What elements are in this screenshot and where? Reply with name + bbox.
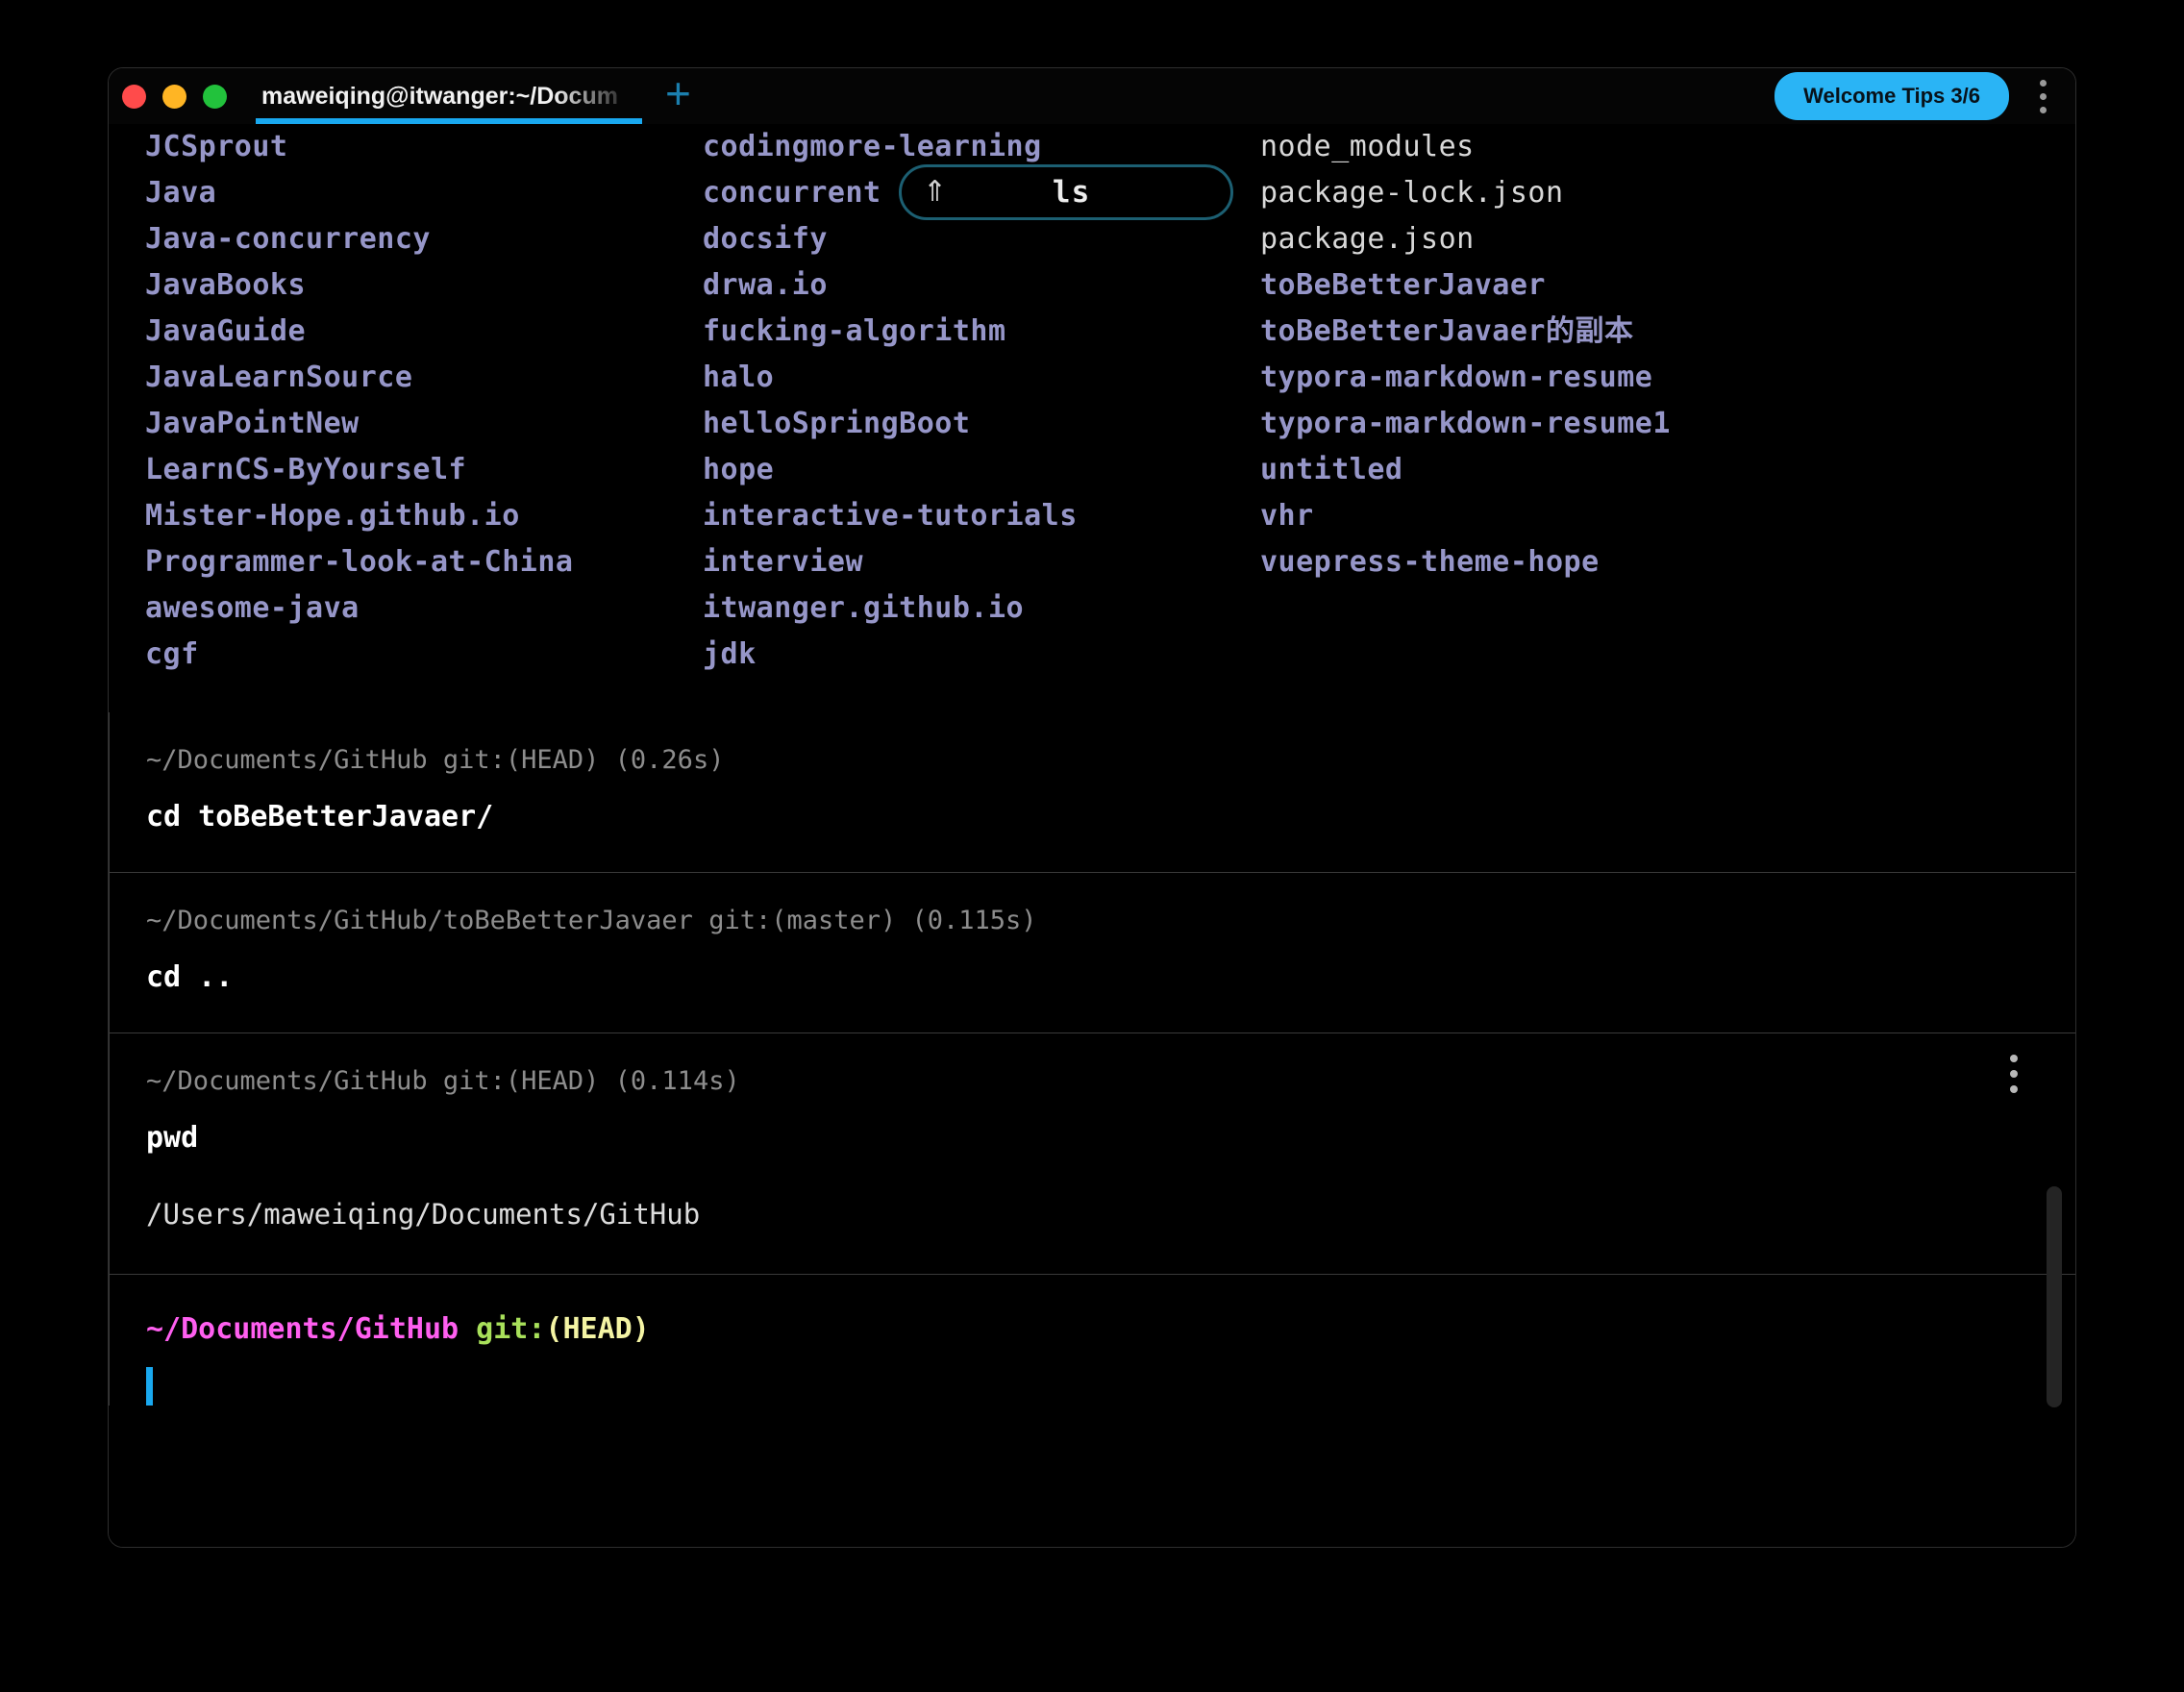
ls-entry[interactable]: toBeBetterJavaer的副本 bbox=[1260, 309, 2075, 355]
dot bbox=[2010, 1055, 2018, 1062]
ls-entry[interactable]: hope bbox=[703, 447, 1260, 493]
command-block-inner: ~/Documents/GitHub git:(HEAD) (0.114s) pw… bbox=[110, 1033, 2075, 1274]
title-bar-right-group: Welcome Tips 3/6 bbox=[1774, 72, 2075, 121]
prompt-history-line: ~/Documents/GitHub git:(HEAD) (0.114s) bbox=[146, 1066, 740, 1096]
dot bbox=[2040, 79, 2047, 87]
ls-entry[interactable]: fucking-algorithm bbox=[703, 309, 1260, 355]
prompt-history-line: ~/Documents/GitHub/toBeBetterJavaer git:… bbox=[146, 906, 1037, 935]
ls-entry[interactable]: JavaBooks bbox=[145, 262, 703, 309]
prompt-path: ~/Documents/GitHub bbox=[146, 1312, 477, 1346]
ls-entry[interactable]: awesome-java bbox=[145, 585, 703, 632]
command-hint-pill[interactable]: ⇑ ls bbox=[899, 164, 1233, 220]
terminal-window: maweiqing@itwanger:~/Docum + Welcome Tip… bbox=[108, 67, 2076, 1548]
hint-command-label: ls bbox=[1052, 175, 1091, 210]
close-window-button[interactable] bbox=[122, 84, 146, 109]
text-cursor bbox=[146, 1367, 153, 1406]
welcome-tips-button[interactable]: Welcome Tips 3/6 bbox=[1774, 72, 2009, 120]
ls-entry[interactable]: JavaLearnSource bbox=[145, 355, 703, 401]
scrollbar[interactable] bbox=[2047, 124, 2066, 1547]
ls-entry[interactable]: codingmore-learning bbox=[703, 124, 1260, 170]
ls-entry[interactable]: toBeBetterJavaer bbox=[1260, 262, 2075, 309]
ls-column: JCSprout Java Java-concurrency JavaBooks Jav… bbox=[145, 124, 703, 678]
ls-entry[interactable]: halo bbox=[703, 355, 1260, 401]
vertical-dots-icon[interactable] bbox=[2010, 1055, 2018, 1093]
minimize-window-button[interactable] bbox=[162, 84, 186, 109]
ls-entry[interactable]: package.json bbox=[1260, 216, 2075, 262]
ls-entry[interactable]: Java bbox=[145, 170, 703, 216]
ls-entry[interactable]: typora-markdown-resume1 bbox=[1260, 401, 2075, 447]
ls-entry[interactable]: JavaPointNew bbox=[145, 401, 703, 447]
scrollbar-thumb[interactable] bbox=[2047, 1186, 2062, 1407]
ls-entry[interactable]: drwa.io bbox=[703, 262, 1260, 309]
title-bar: maweiqing@itwanger:~/Docum + Welcome Tip… bbox=[109, 68, 2075, 124]
ls-entry[interactable]: JCSprout bbox=[145, 124, 703, 170]
dot bbox=[2040, 92, 2047, 100]
command-block[interactable]: ~/Documents/GitHub/toBeBetterJavaer git:… bbox=[109, 872, 2075, 1033]
prompt-branch: (HEAD) bbox=[545, 1312, 650, 1346]
ls-output-block: JCSprout Java Java-concurrency JavaBooks Jav… bbox=[109, 124, 2075, 712]
command-text[interactable]: pwd bbox=[146, 1101, 2075, 1193]
vertical-dots-icon[interactable] bbox=[2030, 72, 2056, 121]
dot bbox=[2010, 1085, 2018, 1093]
ls-entry[interactable]: package-lock.json bbox=[1260, 170, 2075, 216]
command-block[interactable]: ~/Documents/GitHub git:(HEAD) (0.114s) pw… bbox=[109, 1033, 2075, 1274]
ls-entry[interactable]: Programmer-look-at-China bbox=[145, 539, 703, 585]
ls-entry[interactable]: Java-concurrency bbox=[145, 216, 703, 262]
command-text[interactable]: cd toBeBetterJavaer/ bbox=[146, 780, 2075, 872]
ls-entry[interactable]: vhr bbox=[1260, 493, 2075, 539]
ls-entry[interactable]: JavaGuide bbox=[145, 309, 703, 355]
prompt-git-label: git: bbox=[476, 1312, 546, 1346]
ls-entry[interactable]: itwanger.github.io bbox=[703, 585, 1260, 632]
ls-entry[interactable]: Mister-Hope.github.io bbox=[145, 493, 703, 539]
command-block-inner: ~/Documents/GitHub git:(HEAD) (0.26s) cd … bbox=[110, 712, 2075, 872]
ls-entry[interactable]: LearnCS-ByYourself bbox=[145, 447, 703, 493]
chevron-up-icon: ⇑ bbox=[923, 175, 948, 209]
ls-entry[interactable]: docsify bbox=[703, 216, 1260, 262]
active-prompt-block[interactable]: ~/Documents/GitHub git:(HEAD) bbox=[109, 1274, 2075, 1406]
traffic-light-group bbox=[122, 84, 227, 109]
prompt-history-line: ~/Documents/GitHub git:(HEAD) (0.26s) bbox=[146, 745, 725, 775]
command-input[interactable] bbox=[146, 1352, 2075, 1406]
ls-entry[interactable]: interview bbox=[703, 539, 1260, 585]
ls-entry[interactable]: jdk bbox=[703, 632, 1260, 678]
dot bbox=[2040, 106, 2047, 113]
ls-entry[interactable]: typora-markdown-resume bbox=[1260, 355, 2075, 401]
ls-entry[interactable]: cgf bbox=[145, 632, 703, 678]
active-prompt-line: ~/Documents/GitHub git:(HEAD) bbox=[146, 1307, 2075, 1352]
ls-entry[interactable]: interactive-tutorials bbox=[703, 493, 1260, 539]
ls-entry[interactable]: untitled bbox=[1260, 447, 2075, 493]
command-text[interactable]: cd .. bbox=[146, 940, 2075, 1033]
tab-title: maweiqing@itwanger:~/Docum bbox=[261, 82, 618, 110]
command-output-text: /Users/maweiqing/Documents/GitHub bbox=[146, 1198, 701, 1231]
terminal-body: JCSprout Java Java-concurrency JavaBooks Jav… bbox=[109, 124, 2075, 1547]
command-block-list: ~/Documents/GitHub git:(HEAD) (0.26s) cd … bbox=[109, 712, 2075, 1274]
ls-entry[interactable]: helloSpringBoot bbox=[703, 401, 1260, 447]
command-block-inner: ~/Documents/GitHub/toBeBetterJavaer git:… bbox=[110, 873, 2075, 1033]
ls-column: node_modules package-lock.json package.jso… bbox=[1260, 124, 2075, 678]
ls-entry[interactable]: node_modules bbox=[1260, 124, 2075, 170]
dot bbox=[2010, 1070, 2018, 1078]
command-block[interactable]: ~/Documents/GitHub git:(HEAD) (0.26s) cd … bbox=[109, 712, 2075, 872]
plus-icon[interactable]: + bbox=[665, 71, 691, 115]
ls-entry[interactable]: vuepress-theme-hope bbox=[1260, 539, 2075, 585]
tab-active[interactable]: maweiqing@itwanger:~/Docum bbox=[256, 68, 642, 124]
maximize-window-button[interactable] bbox=[203, 84, 227, 109]
